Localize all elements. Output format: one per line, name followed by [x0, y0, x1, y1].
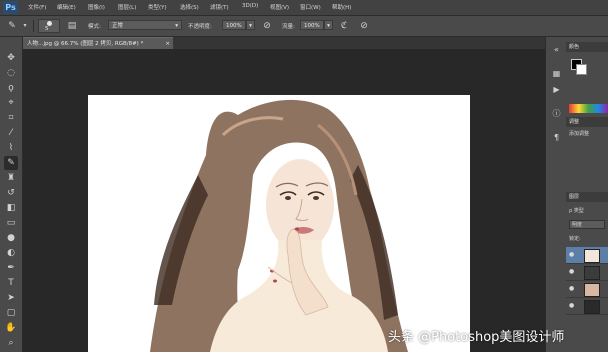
shape-tool-icon[interactable]: ▢ [4, 306, 18, 320]
tool-preset-dropdown-icon[interactable]: ▾ [19, 20, 31, 32]
right-panels: 颜色 调整 添加调整 图层 ρ 类型 明度 锁定: ● ● ● ● [566, 37, 608, 352]
layer-row[interactable]: ● [566, 281, 608, 298]
menu-window[interactable]: 窗口(W) [300, 3, 321, 11]
separator [33, 20, 34, 32]
history-panel-icon[interactable]: ▦ [550, 67, 563, 80]
background-color-swatch[interactable] [576, 64, 587, 75]
document-title: 人物…jpg @ 66.7% (图层 2 拷贝, RGB/8#) * [27, 41, 144, 47]
layers-panel-tab[interactable]: 图层 [566, 192, 608, 202]
mode-label: 模式: [88, 24, 101, 30]
color-ramp[interactable] [569, 104, 608, 113]
portrait-sketch-image [150, 99, 408, 352]
clone-stamp-tool-icon[interactable]: ♜ [4, 171, 18, 185]
marquee-tool-icon[interactable]: ◌ [4, 66, 18, 80]
path-select-tool-icon[interactable]: ➤ [4, 291, 18, 305]
brush-size-picker[interactable]: 5 [38, 19, 60, 33]
menu-layer[interactable]: 图层(L) [118, 3, 136, 11]
menu-select[interactable]: 选择(S) [180, 3, 199, 11]
menu-help[interactable]: 帮助(H) [332, 3, 351, 11]
layer-thumbnail [584, 249, 600, 263]
opacity-field[interactable]: 100% [222, 20, 246, 30]
blend-mode-select[interactable]: 明度 [569, 220, 605, 229]
options-bar: ✎ ▾ 5 ▤ 模式: 正常 ▾ 不透明度: 100% ▾ ⊘ 流量: 100%… [0, 16, 608, 37]
brush-panel-icon[interactable]: ▤ [66, 20, 78, 32]
brush-size-value: 5 [45, 26, 49, 32]
brush-tool-icon[interactable]: ✎ [6, 20, 18, 32]
layer-row[interactable]: ● [566, 298, 608, 315]
brush-tool-icon[interactable]: ✎ [4, 156, 18, 170]
tools-panel: ✥ ◌ ϙ ⌖ ⌗ ⁄ ⌇ ✎ ♜ ↺ ◧ ▭ ● ◐ ✒ T ➤ ▢ ✋ ⌕ [0, 37, 23, 352]
pen-tool-icon[interactable]: ✒ [4, 261, 18, 275]
pressure-size-icon[interactable]: ⊘ [358, 20, 370, 32]
chevron-down-icon: ▾ [327, 23, 330, 29]
eyedropper-tool-icon[interactable]: ⁄ [4, 126, 18, 140]
eye-icon[interactable]: ● [569, 285, 574, 292]
opacity-label: 不透明度: [188, 24, 212, 30]
menu-bar: Ps 文件(F) 编辑(E) 图像(I) 图层(L) 类型(Y) 选择(S) 滤… [0, 0, 608, 16]
menu-edit[interactable]: 编辑(E) [57, 3, 76, 11]
actions-panel-icon[interactable]: ▶ [550, 83, 563, 96]
lasso-tool-icon[interactable]: ϙ [4, 81, 18, 95]
crop-tool-icon[interactable]: ⌗ [4, 111, 18, 125]
move-tool-icon[interactable]: ✥ [4, 51, 18, 65]
flow-dropdown[interactable]: ▾ [324, 20, 333, 30]
opacity-value: 100% [226, 23, 242, 29]
collapsed-panels-strip: « ▦ ▶ ⓘ ¶ [545, 37, 567, 352]
hand-tool-icon[interactable]: ✋ [4, 321, 18, 335]
close-icon[interactable]: × [165, 38, 170, 49]
eye-icon[interactable]: ● [569, 251, 574, 258]
mode-value: 正常 [112, 23, 124, 29]
quick-select-tool-icon[interactable]: ⌖ [4, 96, 18, 110]
properties-panel-icon[interactable]: ⓘ [550, 107, 563, 120]
chevron-down-icon: ▾ [249, 23, 252, 29]
history-brush-tool-icon[interactable]: ↺ [4, 186, 18, 200]
watermark-text: 头条 @Photoshop美图设计师 [388, 330, 565, 345]
paragraph-panel-icon[interactable]: ¶ [550, 131, 563, 144]
document-tab[interactable]: 人物…jpg @ 66.7% (图层 2 拷贝, RGB/8#) * × [23, 37, 173, 49]
layer-thumbnail [584, 300, 600, 314]
zoom-tool-icon[interactable]: ⌕ [4, 336, 18, 350]
type-tool-icon[interactable]: T [4, 276, 18, 290]
menu-file[interactable]: 文件(F) [28, 3, 46, 11]
menu-3d[interactable]: 3D(D) [242, 3, 258, 9]
eye-icon[interactable]: ● [569, 302, 574, 309]
flow-field[interactable]: 100% [300, 20, 324, 30]
menu-image[interactable]: 图像(I) [88, 3, 105, 11]
menu-view[interactable]: 视图(V) [270, 3, 289, 11]
menu-type[interactable]: 类型(Y) [148, 3, 167, 11]
add-adjustment-label: 添加调整 [569, 131, 590, 137]
layer-thumbnail [584, 266, 600, 280]
eye-icon[interactable]: ● [569, 268, 574, 275]
document-canvas[interactable] [88, 95, 470, 352]
mode-select[interactable]: 正常 ▾ [108, 20, 182, 30]
lock-label: 锁定: [569, 236, 581, 242]
eraser-tool-icon[interactable]: ◧ [4, 201, 18, 215]
layer-thumbnail [584, 283, 600, 297]
layer-kind-filter[interactable]: ρ 类型 [569, 207, 584, 214]
flow-label: 流量: [282, 24, 295, 30]
menu-filter[interactable]: 滤镜(T) [210, 3, 229, 11]
airbrush-icon[interactable]: ℭ [338, 20, 350, 32]
color-panel-tab[interactable]: 颜色 [566, 42, 608, 52]
gradient-tool-icon[interactable]: ▭ [4, 216, 18, 230]
opacity-dropdown[interactable]: ▾ [246, 20, 255, 30]
layer-row[interactable]: ● [566, 264, 608, 281]
blur-tool-icon[interactable]: ● [4, 231, 18, 245]
flow-value: 100% [304, 23, 320, 29]
pressure-opacity-icon[interactable]: ⊘ [261, 20, 273, 32]
blend-mode-value: 明度 [572, 222, 583, 228]
layer-row[interactable]: ● [566, 247, 608, 264]
dodge-tool-icon[interactable]: ◐ [4, 246, 18, 260]
photoshop-logo: Ps [3, 1, 18, 14]
adjustments-panel-tab[interactable]: 调整 [566, 117, 608, 127]
collapse-arrows-icon[interactable]: « [550, 43, 563, 56]
healing-brush-tool-icon[interactable]: ⌇ [4, 141, 18, 155]
chevron-down-icon: ▾ [175, 23, 178, 29]
